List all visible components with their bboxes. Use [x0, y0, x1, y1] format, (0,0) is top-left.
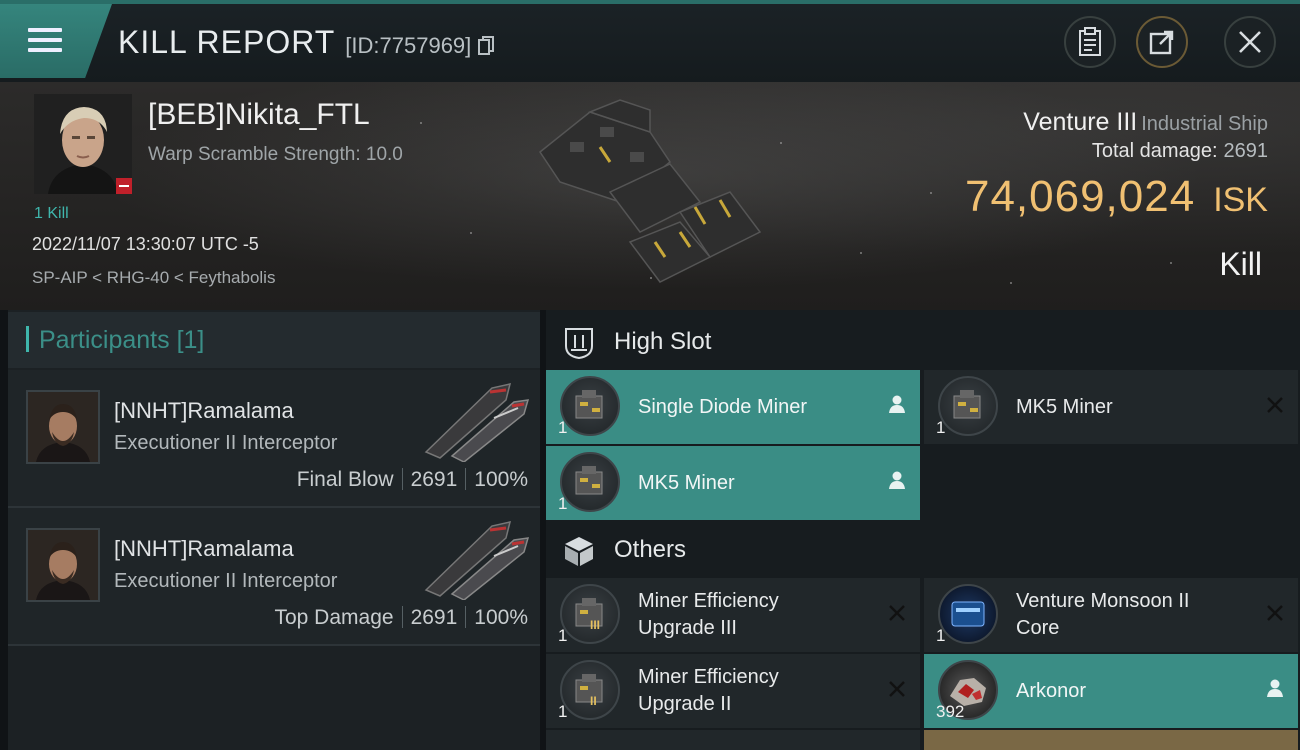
module-name: MK5 Miner [638, 472, 735, 494]
participant-row[interactable]: [NNHT]Ramalama Executioner II Intercepto… [8, 508, 540, 646]
participant-tag: Top Damage [274, 606, 394, 629]
participants-count: [1] [176, 326, 205, 354]
core-module-icon [938, 584, 998, 644]
title-text: KILL REPORT [118, 24, 336, 60]
destroyed-x-icon [1266, 394, 1284, 420]
module-item[interactable]: 1 MK5 Miner [546, 446, 920, 520]
victim-name[interactable]: [BEB]Nikita_FTL [148, 98, 370, 132]
module-item[interactable]: 1 Venture Monsoon II Core [924, 578, 1298, 652]
total-damage-label: Total damage: [1091, 140, 1218, 162]
module-name: Miner Efficiency Upgrade III [638, 590, 779, 639]
copy-icon[interactable] [477, 36, 494, 61]
module-name: MK5 Miner [1016, 396, 1113, 418]
isk-value: 74,069,024 [964, 172, 1196, 221]
module-item-partial[interactable] [546, 730, 920, 750]
isk-unit: ISK [1213, 181, 1268, 219]
module-quantity: 1 [558, 418, 568, 437]
others-title: Others [614, 536, 687, 563]
participant-name: [NNHT]Ramalama [114, 536, 294, 561]
others-header: Others [546, 520, 1300, 580]
participant-tag: Final Blow [296, 468, 394, 491]
module-name: Miner Efficiency Upgrade II [638, 666, 779, 715]
victim-ship[interactable]: Venture III Industrial Ship [1023, 108, 1268, 137]
miner-module-icon [560, 376, 620, 436]
module-item-partial[interactable] [924, 730, 1298, 750]
tier-badge: II [590, 694, 597, 708]
participant-stats: Top Damage 2691 100% [274, 606, 528, 630]
hostile-badge [116, 178, 132, 194]
participant-ship-image[interactable] [422, 516, 532, 601]
dropped-person-icon [888, 394, 906, 420]
module-quantity: 392 [936, 702, 965, 721]
miner-module-icon [560, 452, 620, 512]
participant-percent: 100% [474, 468, 528, 491]
close-button[interactable] [1224, 16, 1276, 68]
module-quantity: 1 [558, 626, 568, 645]
ship-class: Industrial Ship [1141, 113, 1268, 135]
cube-icon [562, 534, 596, 573]
module-item[interactable]: 1 MK5 Miner [924, 370, 1298, 444]
participant-avatar[interactable] [26, 390, 100, 464]
warp-scramble-strength: Warp Scramble Strength: 10.0 [148, 144, 403, 165]
participant-percent: 100% [474, 606, 528, 629]
destroyed-x-icon [888, 678, 906, 704]
participant-ship: Executioner II Interceptor [114, 432, 338, 454]
kill-timestamp: 2022/11/07 13:30:07 UTC -5 [32, 234, 259, 254]
dropped-person-icon [888, 470, 906, 496]
module-quantity: 1 [558, 702, 568, 721]
participant-ship-image[interactable] [422, 378, 532, 463]
participant-ship: Executioner II Interceptor [114, 570, 338, 592]
total-damage: Total damage: 2691 [1092, 140, 1268, 163]
module-name: Venture Monsoon II Core [1016, 590, 1190, 639]
destroyed-x-icon [1266, 602, 1284, 628]
clipboard-button[interactable] [1064, 16, 1116, 68]
kill-location[interactable]: SP-AIP < RHG-40 < Feythabolis [32, 268, 275, 288]
ship-image[interactable] [530, 92, 770, 292]
close-icon [1239, 31, 1261, 53]
share-icon [1149, 30, 1174, 55]
module-name: Arkonor [1016, 680, 1087, 702]
high-slot-title: High Slot [614, 328, 712, 355]
total-damage-value: 2691 [1223, 140, 1269, 162]
tier-badge: III [590, 618, 601, 632]
share-button[interactable] [1136, 16, 1188, 68]
participant-avatar[interactable] [26, 528, 100, 602]
module-quantity: 1 [936, 418, 946, 437]
module-quantity: 1 [558, 494, 568, 513]
report-id: [ID:7757969] [345, 33, 472, 58]
module-name: Single Diode Miner [638, 396, 807, 418]
module-item[interactable]: 1 Single Diode Miner [546, 370, 920, 444]
kill-count: 1 Kill [34, 205, 69, 222]
participant-row[interactable]: [NNHT]Ramalama Executioner II Intercepto… [8, 370, 540, 508]
participants-label: Participants [39, 326, 170, 354]
dropped-person-icon [1266, 678, 1284, 704]
upgrade-module-icon [560, 660, 620, 720]
ship-name: Venture III [1023, 108, 1138, 136]
kill-result: Kill [1219, 246, 1262, 282]
clipboard-icon [1079, 27, 1101, 56]
upgrade-module-icon [560, 584, 620, 644]
high-slot-icon [562, 326, 596, 365]
module-item[interactable]: II 1 Miner Efficiency Upgrade II [546, 654, 920, 728]
participant-damage: 2691 [410, 606, 458, 629]
participant-stats: Final Blow 2691 100% [297, 468, 528, 492]
miner-module-icon [938, 376, 998, 436]
module-item[interactable]: 392 Arkonor [924, 654, 1298, 728]
module-quantity: 1 [936, 626, 946, 645]
participant-name: [NNHT]Ramalama [114, 398, 294, 423]
destroyed-x-icon [888, 602, 906, 628]
high-slot-header: High Slot [546, 312, 1300, 372]
page-title: KILL REPORT [ID:7757969] [118, 24, 494, 61]
isk-loss: 74,069,024 ISK [965, 172, 1268, 222]
participant-damage: 2691 [410, 468, 458, 491]
module-item[interactable]: III 1 Miner Efficiency Upgrade III [546, 578, 920, 652]
participants-title: Participants [1] [26, 326, 204, 355]
